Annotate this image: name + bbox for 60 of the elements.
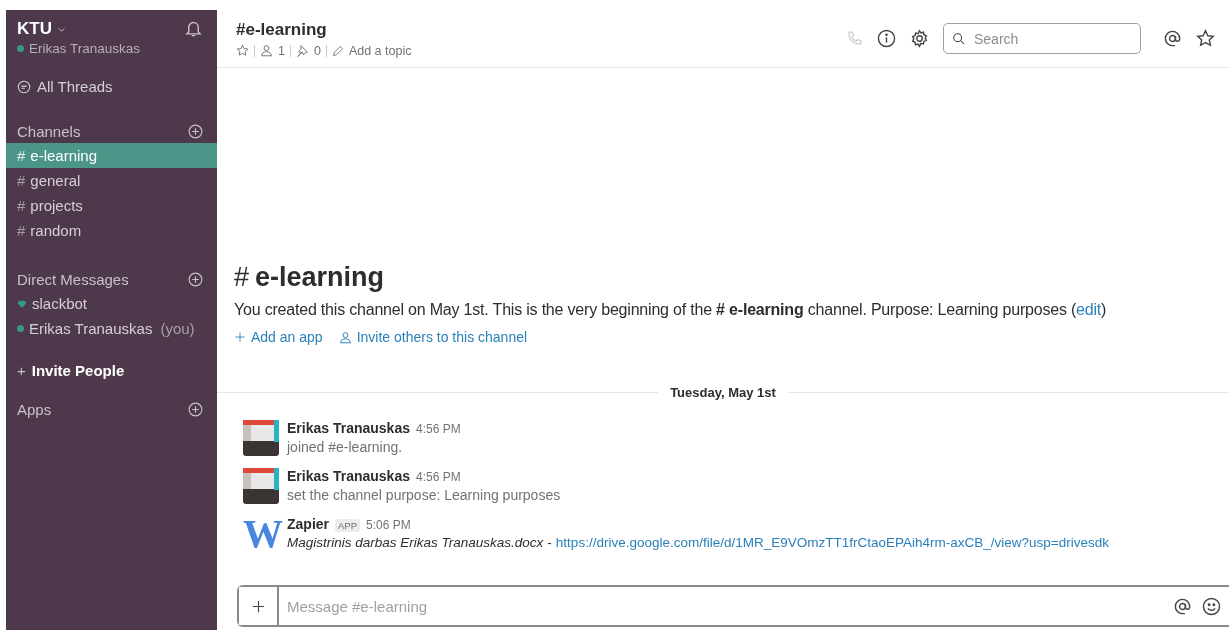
channel-item[interactable]: # e-learning (6, 143, 217, 168)
message-text: Magistrinis darbas Erikas Tranauskas.docx - https://drive.google.com/file/d/1MR_E9VOmzTT1frCtaoEPAih4rm-axCB_/view?usp=drivesdk (287, 535, 1109, 550)
message-composer[interactable]: Message #e-learning (237, 585, 1229, 627)
search-icon (952, 31, 966, 46)
plus-icon (234, 331, 246, 343)
message-author[interactable]: Erikas Tranauskas (287, 420, 410, 436)
message-time[interactable]: 5:06 PM (366, 518, 411, 532)
emoji-icon[interactable] (1202, 596, 1221, 616)
channel-heading: # e-learning (234, 262, 386, 293)
section-title[interactable]: Direct Messages (17, 270, 129, 288)
pencil-icon (331, 44, 344, 57)
message-time[interactable]: 4:56 PM (416, 422, 461, 436)
channel-intro-text: You created this channel on May 1st. This is the very beginning of the # e-learning channel. Purpose: Learning purposes (edit) (234, 301, 1108, 319)
mention-icon[interactable] (1173, 596, 1192, 616)
channel-item[interactable]: # projects (6, 193, 217, 218)
bell-icon[interactable] (184, 19, 203, 38)
add-icon[interactable] (188, 401, 203, 417)
add-icon[interactable] (188, 123, 203, 139)
threads-icon (17, 79, 31, 94)
user-name: Erikas Tranauskas (29, 41, 141, 56)
star-icon[interactable] (1196, 29, 1215, 48)
app-badge: APP (335, 519, 361, 532)
mention-icon[interactable] (1163, 29, 1182, 48)
message-text: joined #e-learning. (287, 439, 404, 455)
add-icon[interactable] (188, 271, 203, 287)
edit-link[interactable]: edit (1076, 301, 1102, 318)
search-field[interactable]: Search (943, 23, 1141, 54)
add-topic-link[interactable]: Add a topic (348, 43, 412, 58)
add-app-link[interactable]: Add an app (234, 329, 323, 345)
plus-icon (250, 598, 266, 614)
info-icon[interactable] (877, 29, 896, 48)
message-time[interactable]: 4:56 PM (416, 470, 461, 484)
settings-icon[interactable] (910, 29, 929, 48)
avatar-drawing (243, 468, 279, 504)
star-icon[interactable] (236, 44, 249, 57)
drive-link[interactable]: https://drive.google.com/file/d/1MR_E9VOmzTT1frCtaoEPAih4rm-axCB_/view?usp=drivesdk (555, 535, 1109, 550)
message-text: set the channel purpose: Learning purposes (287, 487, 561, 503)
section-title[interactable]: Channels (17, 122, 81, 140)
heart-icon (17, 298, 27, 309)
channel-item[interactable]: # general (6, 168, 217, 193)
member-count[interactable]: 1 (278, 43, 285, 58)
presence-dot (17, 325, 24, 332)
person-icon (338, 330, 352, 344)
date-divider: Tuesday, May 1st (669, 385, 777, 400)
avatar-drawing (243, 420, 279, 456)
attach-button[interactable] (239, 587, 279, 625)
section-title[interactable]: Apps (17, 400, 52, 418)
pin-count[interactable]: 0 (313, 43, 321, 58)
channel-item[interactable]: # random (6, 218, 217, 243)
invite-link[interactable]: Invite others to this channel (338, 329, 528, 345)
person-icon (260, 44, 273, 57)
message-author[interactable]: Erikas Tranauskas (287, 468, 410, 484)
message-author[interactable]: Zapier (287, 516, 329, 532)
team-name[interactable]: KTU (17, 19, 66, 39)
pin-icon (295, 44, 309, 57)
direct-message-item[interactable]: slackbot (6, 291, 217, 316)
invite-people-item[interactable]: + Invite People (6, 362, 217, 379)
all-threads-item[interactable]: All Threads (6, 78, 217, 95)
direct-message-item[interactable]: Erikas Tranauskas (you) (6, 316, 217, 341)
channel-title: #e-learning (236, 19, 328, 40)
